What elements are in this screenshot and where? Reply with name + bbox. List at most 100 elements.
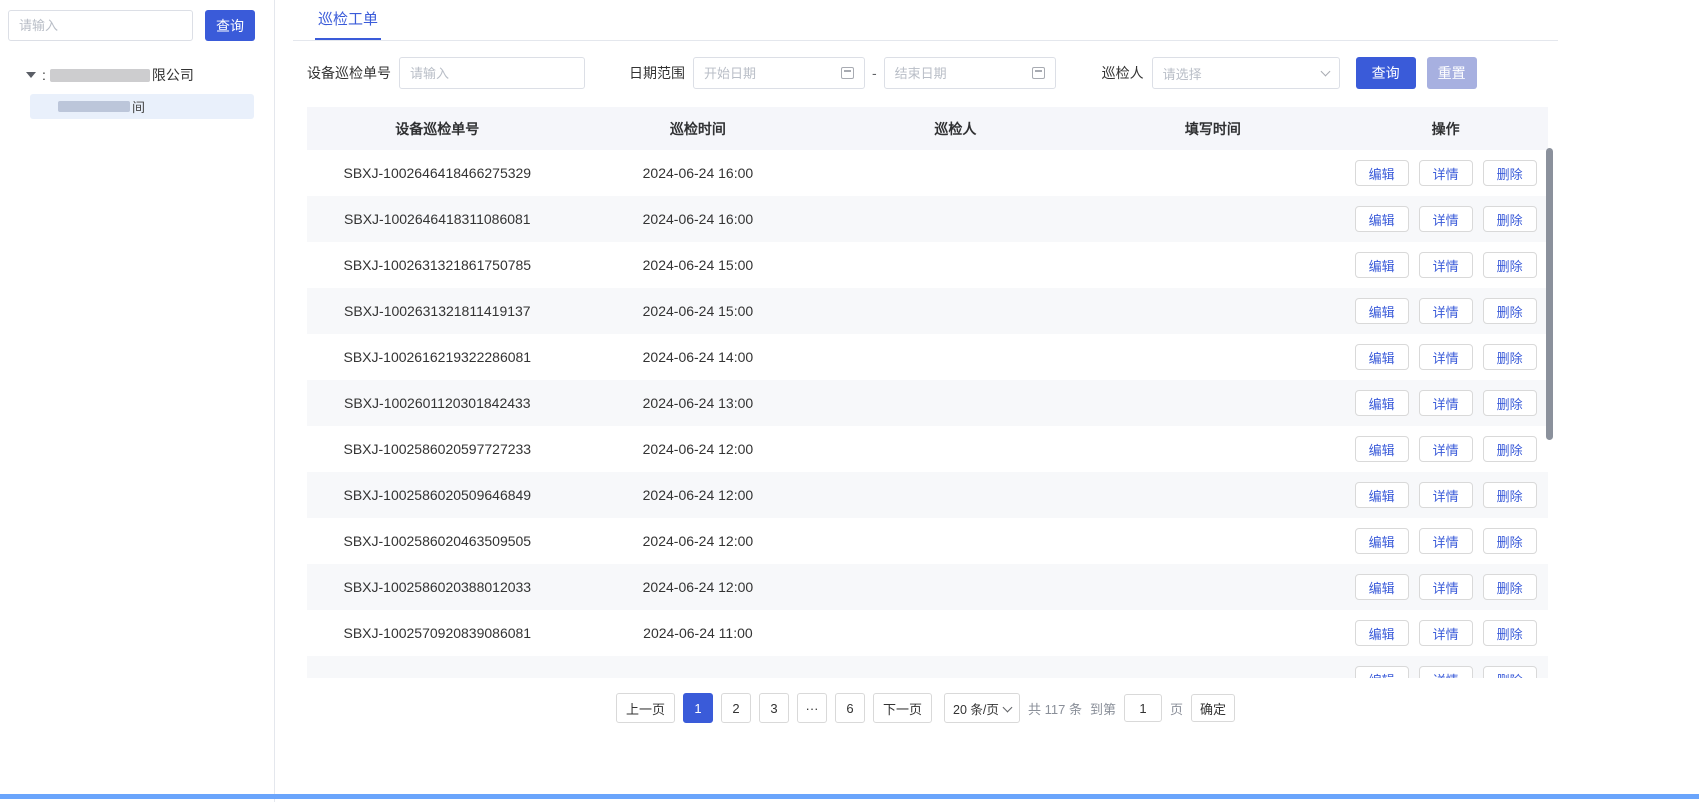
edit-button[interactable]: 编辑 — [1355, 252, 1409, 278]
cell-inspector — [828, 288, 1082, 334]
edit-button[interactable]: 编辑 — [1355, 666, 1409, 678]
total-count-text: 共 117 条 — [1028, 699, 1082, 718]
cell-inspector — [828, 610, 1082, 656]
table-row: SBXJ-1002586020509646849 2024-06-24 12:0… — [307, 472, 1548, 518]
edit-button[interactable]: 编辑 — [1355, 344, 1409, 370]
cell-actions: 编辑 详情 删除 — [1343, 472, 1548, 518]
tree-root-suffix: 限公司 — [152, 65, 194, 85]
query-button[interactable]: 查询 — [1356, 57, 1416, 89]
cell-actions: 编辑 详情 删除 — [1343, 380, 1548, 426]
cell-actions: 编辑 详情 删除 — [1343, 242, 1548, 288]
cell-actions: 编辑 详情 删除 — [1343, 656, 1548, 678]
table-body: SBXJ-1002646418466275329 2024-06-24 16:0… — [307, 150, 1548, 678]
tree-node-workshop[interactable]: 间 — [30, 94, 254, 119]
detail-button[interactable]: 详情 — [1419, 206, 1473, 232]
cell-order-no: SBXJ-1002646418311086081 — [307, 196, 568, 242]
edit-button[interactable]: 编辑 — [1355, 160, 1409, 186]
edit-button[interactable]: 编辑 — [1355, 620, 1409, 646]
edit-button[interactable]: 编辑 — [1355, 436, 1409, 462]
caret-down-icon[interactable] — [26, 72, 36, 78]
vertical-scrollbar[interactable] — [1546, 148, 1553, 440]
delete-button[interactable]: 删除 — [1483, 528, 1537, 554]
page-button-6[interactable]: 6 — [835, 693, 865, 723]
cell-fill-time — [1083, 518, 1344, 564]
table-row: SBXJ-1002586020388012033 2024-06-24 12:0… — [307, 564, 1548, 610]
goto-page-input[interactable] — [1124, 694, 1162, 722]
order-no-label: 设备巡检单号 — [307, 63, 391, 83]
page-numbers: 123 ··· 6 — [683, 693, 865, 723]
cell-order-no: SBXJ-1002601120301842433 — [307, 380, 568, 426]
column-header: 巡检人 — [828, 107, 1082, 150]
delete-button[interactable]: 删除 — [1483, 206, 1537, 232]
cell-fill-time — [1083, 656, 1344, 678]
cell-order-no — [307, 656, 568, 678]
page-size-value: 20 条/页 — [953, 699, 999, 718]
order-no-input[interactable] — [410, 66, 574, 81]
detail-button[interactable]: 详情 — [1419, 528, 1473, 554]
cell-fill-time — [1083, 426, 1344, 472]
delete-button[interactable]: 删除 — [1483, 390, 1537, 416]
cell-fill-time — [1083, 334, 1344, 380]
edit-button[interactable]: 编辑 — [1355, 298, 1409, 324]
org-tree: : 限公司 间 — [8, 63, 266, 119]
cell-fill-time — [1083, 196, 1344, 242]
detail-button[interactable]: 详情 — [1419, 160, 1473, 186]
cell-order-no: SBXJ-1002586020463509505 — [307, 518, 568, 564]
delete-button[interactable]: 删除 — [1483, 436, 1537, 462]
start-date-input[interactable] — [704, 66, 833, 81]
detail-button[interactable]: 详情 — [1419, 620, 1473, 646]
delete-button[interactable]: 删除 — [1483, 620, 1537, 646]
edit-button[interactable]: 编辑 — [1355, 574, 1409, 600]
end-date-input-wrap — [884, 57, 1056, 89]
page-button-2[interactable]: 2 — [721, 693, 751, 723]
edit-button[interactable]: 编辑 — [1355, 528, 1409, 554]
detail-button[interactable]: 详情 — [1419, 298, 1473, 324]
tab-inspection-orders[interactable]: 巡检工单 — [315, 0, 381, 40]
table-row: SBXJ-1002586020463509505 2024-06-24 12:0… — [307, 518, 1548, 564]
delete-button[interactable]: 删除 — [1483, 252, 1537, 278]
detail-button[interactable]: 详情 — [1419, 390, 1473, 416]
edit-button[interactable]: 编辑 — [1355, 206, 1409, 232]
cell-inspector — [828, 380, 1082, 426]
page-size-select[interactable]: 20 条/页 — [944, 693, 1020, 723]
goto-confirm-button[interactable]: 确定 — [1191, 694, 1235, 722]
reset-button[interactable]: 重置 — [1427, 57, 1477, 89]
sidebar-search-button[interactable]: 查询 — [205, 10, 255, 41]
cell-order-no: SBXJ-1002631321861750785 — [307, 242, 568, 288]
detail-button[interactable]: 详情 — [1419, 666, 1473, 678]
page-ellipsis[interactable]: ··· — [797, 693, 827, 723]
order-no-input-wrap — [399, 57, 585, 89]
table-header-row: 设备巡检单号巡检时间巡检人填写时间操作 — [307, 107, 1548, 150]
cell-fill-time — [1083, 472, 1344, 518]
inspector-label: 巡检人 — [1102, 63, 1144, 83]
inspector-select[interactable]: 请选择 — [1152, 57, 1340, 89]
delete-button[interactable]: 删除 — [1483, 666, 1537, 678]
prev-page-button[interactable]: 上一页 — [616, 693, 675, 723]
redacted-company-name — [50, 69, 150, 82]
cell-fill-time — [1083, 564, 1344, 610]
edit-button[interactable]: 编辑 — [1355, 482, 1409, 508]
page-button-1[interactable]: 1 — [683, 693, 713, 723]
delete-button[interactable]: 删除 — [1483, 482, 1537, 508]
edit-button[interactable]: 编辑 — [1355, 390, 1409, 416]
next-page-button[interactable]: 下一页 — [873, 693, 932, 723]
cell-inspect-time: 2024-06-24 12:00 — [568, 472, 829, 518]
tree-node-company[interactable]: : 限公司 — [8, 63, 266, 87]
delete-button[interactable]: 删除 — [1483, 344, 1537, 370]
goto-page-prefix: 到第 — [1090, 699, 1116, 718]
detail-button[interactable]: 详情 — [1419, 482, 1473, 508]
detail-button[interactable]: 详情 — [1419, 574, 1473, 600]
detail-button[interactable]: 详情 — [1419, 436, 1473, 462]
redacted-workshop-name — [58, 101, 130, 112]
detail-button[interactable]: 详情 — [1419, 344, 1473, 370]
page-button-3[interactable]: 3 — [759, 693, 789, 723]
delete-button[interactable]: 删除 — [1483, 574, 1537, 600]
cell-order-no: SBXJ-1002646418466275329 — [307, 150, 568, 196]
cell-actions: 编辑 详情 删除 — [1343, 150, 1548, 196]
end-date-input[interactable] — [895, 66, 1024, 81]
delete-button[interactable]: 删除 — [1483, 298, 1537, 324]
table-row: SBXJ-1002631321811419137 2024-06-24 15:0… — [307, 288, 1548, 334]
sidebar-search-input[interactable] — [8, 10, 193, 41]
delete-button[interactable]: 删除 — [1483, 160, 1537, 186]
detail-button[interactable]: 详情 — [1419, 252, 1473, 278]
